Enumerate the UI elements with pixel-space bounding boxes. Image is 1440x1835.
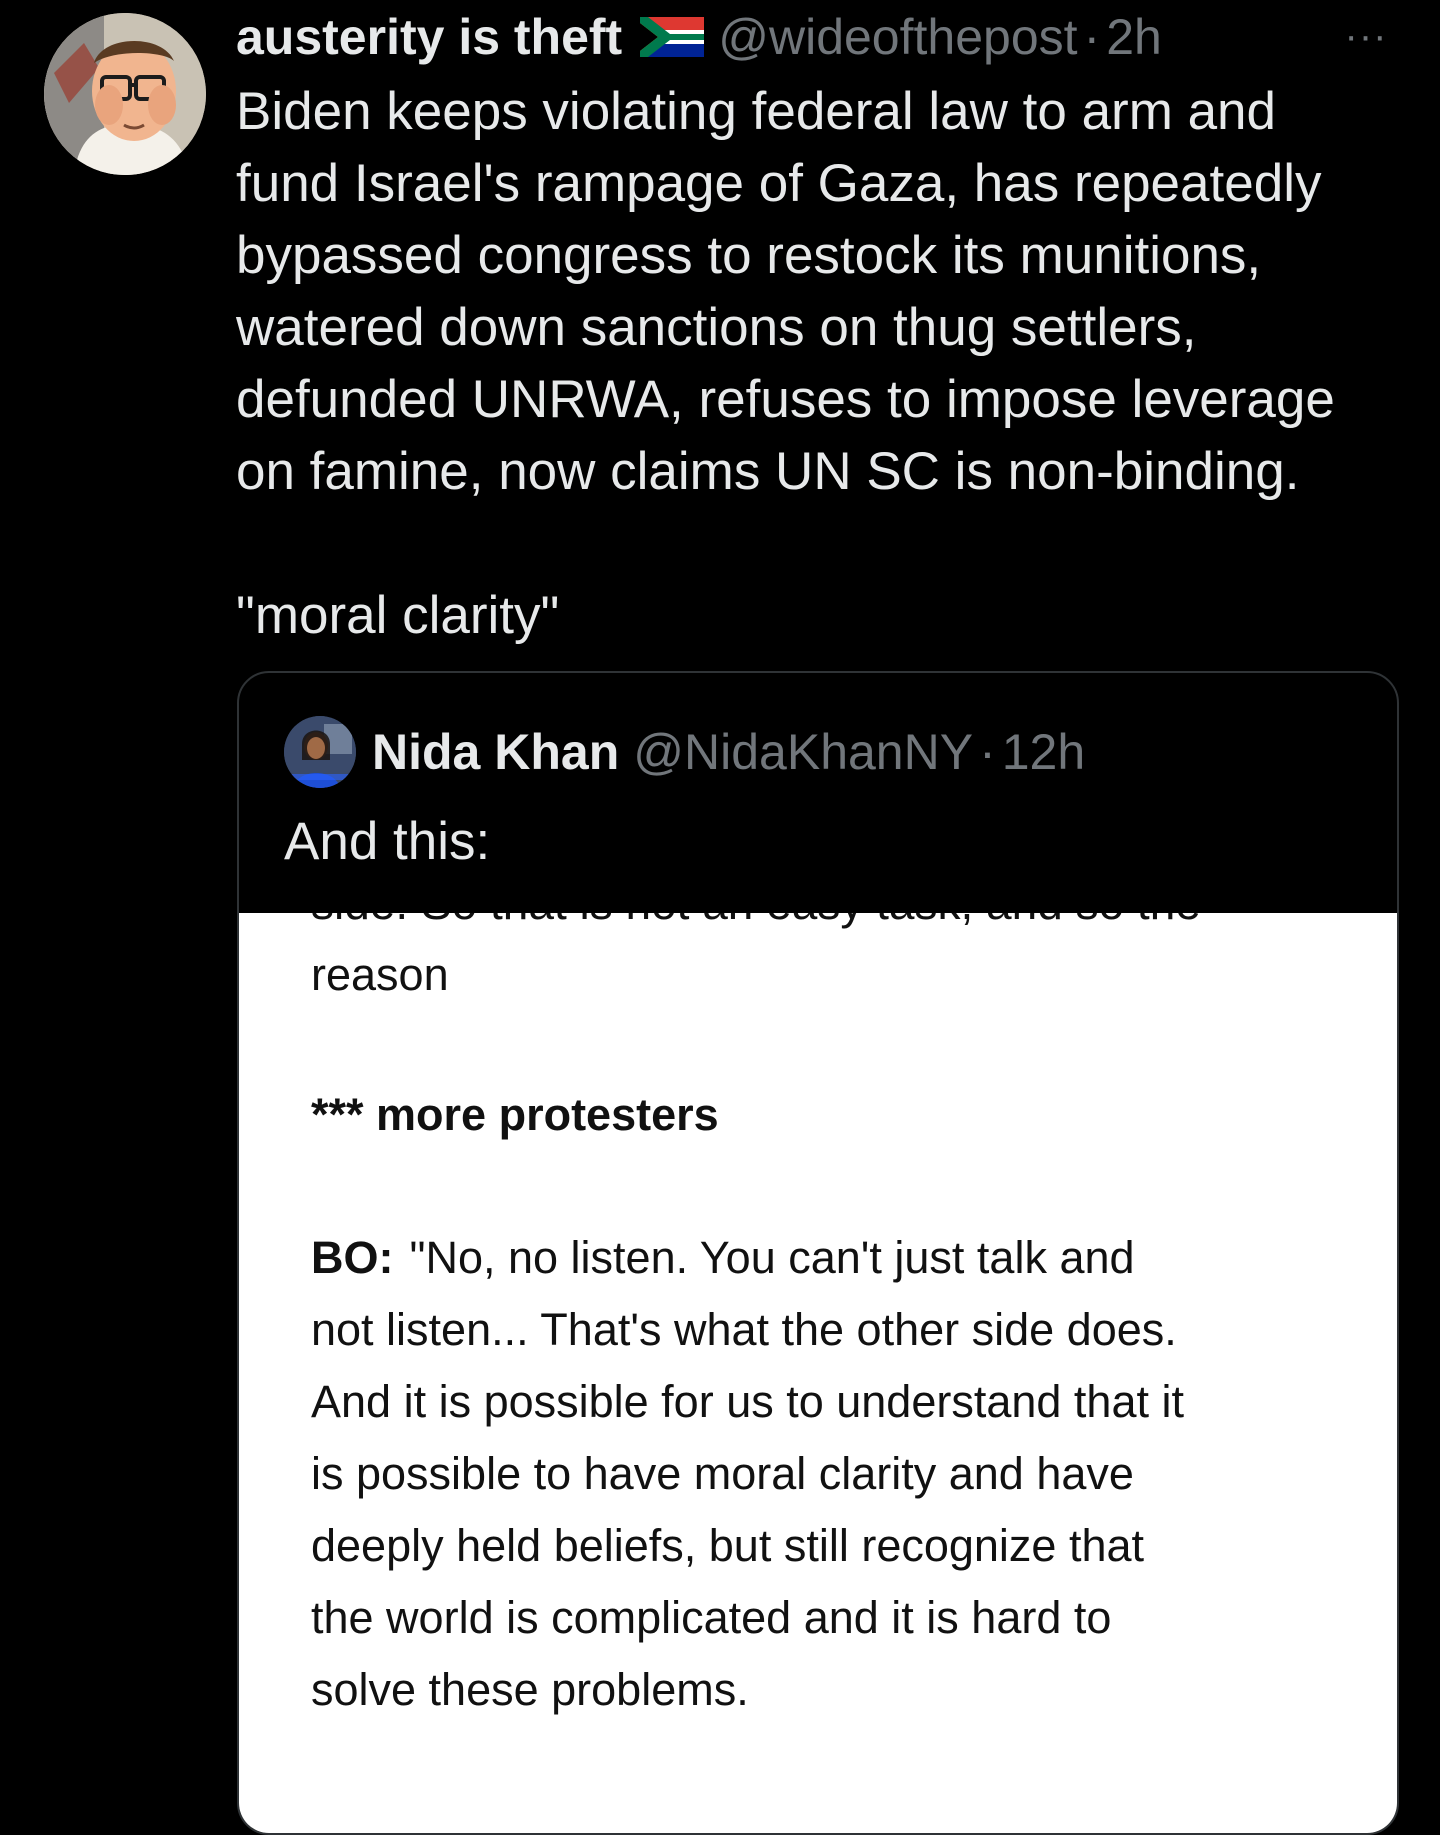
speaker-label: BO:: [311, 1232, 394, 1283]
speech-line: deeply held beliefs, but still recognize…: [311, 1520, 1145, 1571]
separator-dot: ·: [1083, 9, 1101, 65]
tweet-text-line: bypassed congress to restock its munitio…: [236, 226, 1262, 285]
timestamp[interactable]: 2h: [1106, 6, 1162, 68]
quoted-tweet-header: Nida Khan @NidaKhanNY · 12h: [284, 715, 1085, 789]
speech-line: solve these problems.: [311, 1664, 749, 1715]
tweet-text-line: Biden keeps violating federal law to arm…: [236, 82, 1276, 141]
tweet[interactable]: austerity is theft @wideofthepost · 2h ·…: [0, 0, 1440, 1835]
south-africa-flag-icon: [640, 17, 705, 57]
tweet-text-line: watered down sanctions on thug settlers,: [236, 298, 1197, 357]
display-name[interactable]: austerity is theft: [236, 6, 622, 68]
media-speech: BO: "No, no listen. You can't just talk a…: [311, 1222, 1341, 1726]
handle[interactable]: @wideofthepost: [718, 6, 1077, 68]
cartoon-avatar-icon: [44, 13, 206, 175]
tweet-text-line: on famine, now claims UN SC is non-bindi…: [236, 442, 1300, 501]
tweet-text-line: fund Israel's rampage of Gaza, has repea…: [236, 154, 1322, 213]
tweet-header: austerity is theft @wideofthepost · 2h: [236, 6, 1406, 68]
speech-line-text: "No, no listen. You can't just talk and: [409, 1232, 1135, 1283]
separator-dot: ·: [979, 724, 996, 780]
quoted-timestamp[interactable]: 12h: [1002, 723, 1085, 781]
speech-line: BO: "No, no listen. You can't just talk a…: [311, 1222, 1341, 1294]
tweet-text-line: defunded UNRWA, refuses to impose levera…: [236, 370, 1335, 429]
quoted-tweet-text: And this:: [284, 812, 491, 871]
more-options-icon[interactable]: ···: [1336, 16, 1396, 56]
speech-line: And it is possible for us to understand …: [311, 1376, 1184, 1427]
quoted-avatar[interactable]: [284, 716, 356, 788]
person-photo-icon: [284, 716, 356, 788]
tweet-text: Biden keeps violating federal law to arm…: [236, 76, 1396, 652]
tweet-quote-line: "moral clarity": [236, 586, 560, 645]
quoted-tweet[interactable]: Nida Khan @NidaKhanNY · 12h And this: si…: [237, 671, 1399, 1835]
quoted-media-image[interactable]: side. So that is not an easy task, and s…: [239, 913, 1397, 1833]
speech-line: the world is complicated and it is hard …: [311, 1592, 1112, 1643]
avatar[interactable]: [44, 13, 206, 175]
speech-line: is possible to have moral clarity and ha…: [311, 1448, 1134, 1499]
quoted-handle[interactable]: @NidaKhanNY: [633, 723, 973, 781]
quoted-display-name[interactable]: Nida Khan: [372, 723, 619, 781]
speech-line: not listen... That's what the other side…: [311, 1304, 1177, 1355]
media-stage-direction: *** more protesters: [311, 1089, 719, 1140]
media-reason-line: reason: [311, 949, 449, 1000]
media-cut-line: side. So that is not an easy task, and s…: [311, 913, 1201, 931]
